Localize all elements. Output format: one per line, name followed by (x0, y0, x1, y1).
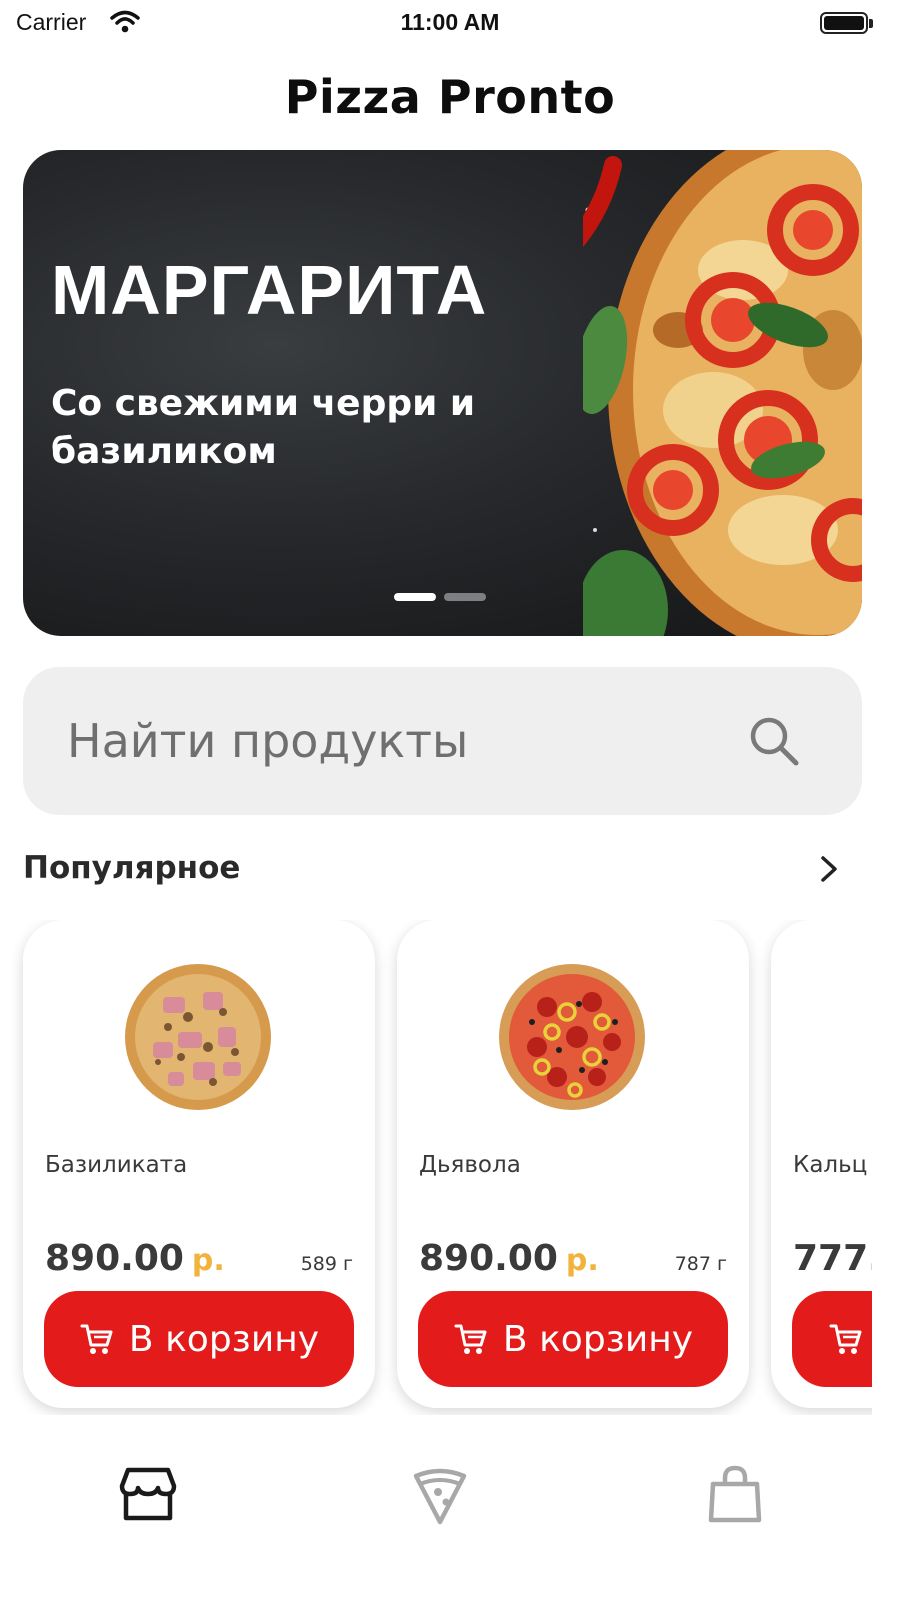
cart-icon (80, 1324, 113, 1354)
price-value: 890.00 (419, 1238, 558, 1279)
shopping-bag-icon[interactable] (703, 1462, 767, 1526)
product-price: 890.00 р. (419, 1238, 599, 1279)
product-card[interactable]: Дьявола 890.00 р. 787 г В корзину (397, 920, 749, 1408)
product-name: Дьявола (419, 1152, 521, 1178)
product-name: Кальц (793, 1152, 868, 1178)
cart-icon (454, 1324, 487, 1354)
product-weight: 589 г (300, 1253, 353, 1275)
app-title: Pizza Pronto (284, 70, 616, 124)
price-value: 777. (793, 1238, 872, 1279)
search-bar[interactable] (23, 667, 862, 815)
banner-title: МАРГАРИТА (51, 251, 488, 329)
product-carousel[interactable]: Базиликата 890.00 р. 589 г В корзину Дья… (0, 920, 872, 1415)
pizza-image (583, 150, 862, 636)
cart-icon (829, 1324, 862, 1354)
pizza-basilicata-image (125, 964, 271, 1110)
section-title-popular: Популярное (23, 850, 241, 886)
tab-bar (0, 1440, 900, 1598)
add-to-cart-button[interactable]: В корзину (44, 1291, 354, 1387)
price-currency: р. (565, 1243, 599, 1278)
battery-icon (820, 12, 868, 34)
product-weight: 787 г (674, 1253, 727, 1275)
add-to-cart-label: В корзину (502, 1318, 694, 1360)
product-card[interactable]: Базиликата 890.00 р. 589 г В корзину (23, 920, 375, 1408)
product-card[interactable]: Кальц 777. (771, 920, 872, 1408)
battery-tip (869, 19, 873, 28)
product-name: Базиликата (45, 1152, 188, 1178)
product-price: 890.00 р. (45, 1238, 225, 1279)
chevron-right-icon[interactable] (812, 852, 846, 886)
add-to-cart-button[interactable]: В корзину (418, 1291, 728, 1387)
shop-icon[interactable] (116, 1462, 180, 1526)
carousel-dot-2[interactable] (444, 593, 486, 601)
pizza-slice-icon[interactable] (408, 1462, 472, 1526)
clock: 11:00 AM (400, 9, 500, 35)
add-to-cart-label: В корзину (128, 1318, 320, 1360)
carousel-dot-1[interactable] (394, 593, 436, 601)
status-bar: Carrier 11:00 AM (0, 0, 900, 48)
price-value: 890.00 (45, 1238, 184, 1279)
search-input[interactable] (67, 711, 707, 771)
add-to-cart-button[interactable] (792, 1291, 872, 1387)
product-price: 777. (793, 1238, 872, 1279)
pizza-diavola-image (499, 964, 645, 1110)
carousel-indicator[interactable] (394, 593, 486, 601)
promo-banner[interactable]: МАРГАРИТА Со свежими черри и базиликом (23, 150, 862, 636)
price-currency: р. (191, 1243, 225, 1278)
banner-subtitle: Со свежими черри и базиликом (51, 383, 476, 472)
search-icon[interactable] (746, 713, 802, 769)
